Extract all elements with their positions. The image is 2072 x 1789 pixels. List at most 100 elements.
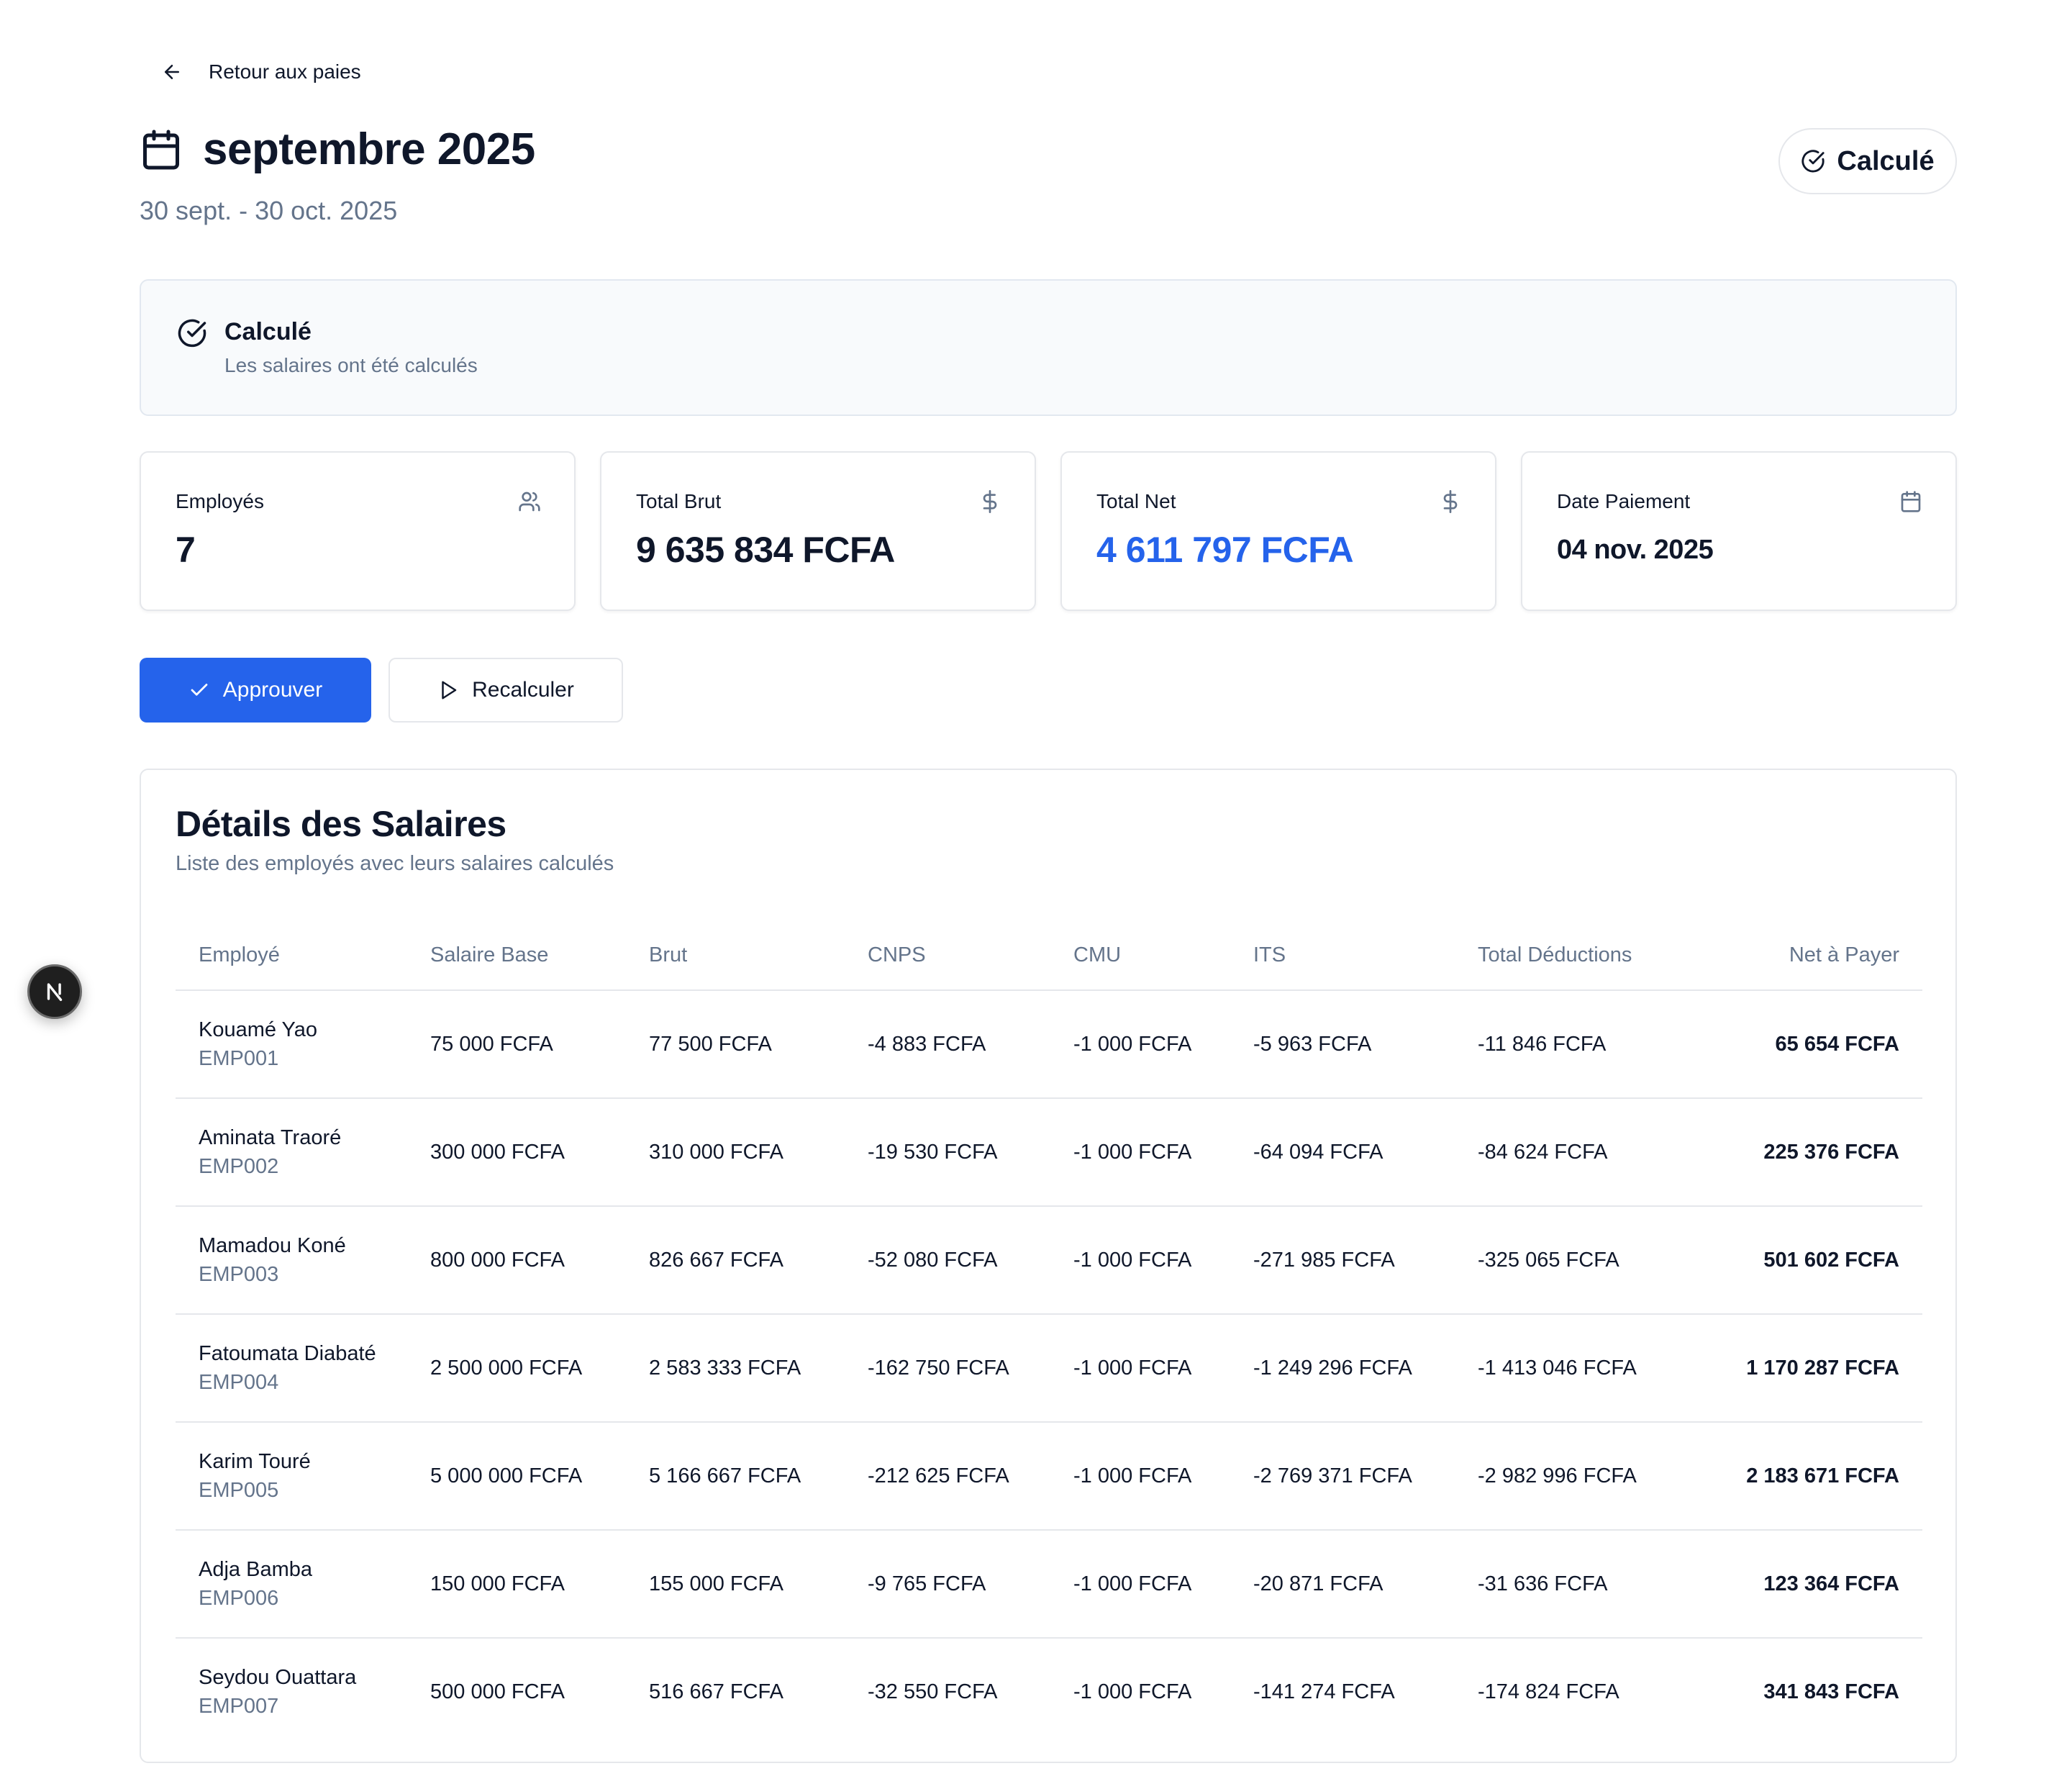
stat-card-total-net: Total Net 4 611 797 FCFA xyxy=(1060,451,1496,611)
cmu-cell: -1 000 FCFA xyxy=(1073,1530,1253,1639)
banner-subtitle: Les salaires ont été calculés xyxy=(224,354,478,376)
approve-button[interactable]: Approuver xyxy=(140,658,371,723)
net-pay-cell: 2 183 671 FCFA xyxy=(1715,1422,1922,1531)
deductions-cell: -31 636 FCFA xyxy=(1478,1530,1715,1639)
stat-card-total-brut: Total Brut 9 635 834 FCFA xyxy=(600,451,1036,611)
table-header-row: Employé Salaire Base Brut CNPS CMU ITS T… xyxy=(176,921,1922,991)
base-salary-cell: 5 000 000 FCFA xyxy=(430,1422,649,1531)
net-pay-cell: 1 170 287 FCFA xyxy=(1715,1314,1922,1423)
status-badge-label: Calculé xyxy=(1837,145,1935,176)
column-header: Employé xyxy=(176,921,430,991)
employee-cell: Kouamé Yao EMP001 xyxy=(176,990,430,1099)
check-icon xyxy=(191,684,208,696)
employee-cell: Seydou Ouattara EMP007 xyxy=(176,1638,430,1745)
cnps-cell: -162 750 FCFA xyxy=(868,1314,1073,1423)
play-icon xyxy=(442,681,457,699)
column-header: Salaire Base xyxy=(430,921,649,991)
table-subtitle: Liste des employés avec leurs salaires c… xyxy=(176,852,614,875)
cnps-cell: -9 765 FCFA xyxy=(868,1530,1073,1639)
recalculate-button[interactable]: Recalculer xyxy=(388,658,623,723)
cmu-cell: -1 000 FCFA xyxy=(1073,1314,1253,1423)
its-cell: -2 769 371 FCFA xyxy=(1253,1422,1478,1531)
cmu-cell: -1 000 FCFA xyxy=(1073,1098,1253,1207)
back-link[interactable]: Retour aux paies xyxy=(161,60,361,83)
stat-card-payment-date: Date Paiement 04 nov. 2025 xyxy=(1521,451,1957,611)
net-pay-cell: 341 843 FCFA xyxy=(1763,1680,1899,1703)
base-salary-cell: 75 000 FCFA xyxy=(430,990,649,1099)
nextjs-dev-badge[interactable] xyxy=(27,964,82,1019)
table-row: Aminata Traoré EMP002 300 000 FCFA 310 00… xyxy=(176,1098,1922,1207)
status-badge: Calculé xyxy=(1778,128,1957,194)
employee-id: EMP004 xyxy=(199,1371,279,1394)
cnps-cell: -32 550 FCFA xyxy=(868,1680,998,1703)
check-circle-icon xyxy=(1801,150,1825,173)
stat-label: Employés xyxy=(176,490,264,512)
stat-card-employees: Employés 7 xyxy=(140,451,576,611)
table-row: Karim Touré EMP005 5 000 000 FCFA 5 166 6… xyxy=(176,1422,1922,1531)
deductions-cell: -174 824 FCFA xyxy=(1478,1680,1619,1703)
employee-name: Adja Bamba xyxy=(199,1558,312,1581)
employee-id: EMP001 xyxy=(199,1047,279,1070)
cmu-cell: -1 000 FCFA xyxy=(1073,990,1253,1099)
period-range: 30 sept. - 30 oct. 2025 xyxy=(140,196,398,225)
stat-value: 04 nov. 2025 xyxy=(1557,535,1714,565)
its-cell: -64 094 FCFA xyxy=(1253,1098,1478,1207)
back-link-label: Retour aux paies xyxy=(209,60,361,83)
employee-id: EMP007 xyxy=(199,1695,279,1718)
stat-value: 9 635 834 FCFA xyxy=(636,530,895,570)
cnps-cell: -19 530 FCFA xyxy=(868,1098,1073,1207)
dollar-icon xyxy=(1443,490,1458,513)
column-header: ITS xyxy=(1253,921,1478,991)
employee-id: EMP006 xyxy=(199,1587,279,1610)
employee-id: EMP002 xyxy=(199,1155,279,1178)
salary-table: Employé Salaire Base Brut CNPS CMU ITS T… xyxy=(176,921,1922,1745)
base-salary-cell: 300 000 FCFA xyxy=(430,1098,649,1207)
stat-value: 4 611 797 FCFA xyxy=(1096,530,1354,570)
page-title: septembre 2025 xyxy=(203,124,535,174)
table-row: Adja Bamba EMP006 150 000 FCFA 155 000 FC… xyxy=(176,1530,1922,1639)
table-row: Kouamé Yao EMP001 75 000 FCFA 77 500 FCFA… xyxy=(176,990,1922,1099)
deductions-cell: -2 982 996 FCFA xyxy=(1478,1422,1715,1531)
column-header: CMU xyxy=(1073,921,1253,991)
base-salary-cell: 150 000 FCFA xyxy=(430,1530,649,1639)
gross-cell: 826 667 FCFA xyxy=(649,1206,868,1315)
stat-value: 7 xyxy=(176,530,196,570)
base-salary-cell: 2 500 000 FCFA xyxy=(430,1314,649,1423)
cmu-cell: -1 000 FCFA xyxy=(1073,1680,1192,1703)
employee-name: Karim Touré xyxy=(199,1450,311,1473)
column-header: Brut xyxy=(649,921,868,991)
banner-title: Calculé xyxy=(224,318,312,345)
employee-name: Kouamé Yao xyxy=(199,1018,317,1041)
employee-name: Seydou Ouattara xyxy=(199,1666,357,1689)
stat-label: Total Brut xyxy=(636,490,722,512)
table-row: Mamadou Koné EMP003 800 000 FCFA 826 667 … xyxy=(176,1206,1922,1315)
table-row: Fatoumata Diabaté EMP004 2 500 000 FCFA 2… xyxy=(176,1314,1922,1423)
employee-cell: Aminata Traoré EMP002 xyxy=(176,1098,430,1207)
employee-cell: Adja Bamba EMP006 xyxy=(176,1530,430,1639)
employee-cell: Mamadou Koné EMP003 xyxy=(176,1206,430,1315)
column-header: Total Déductions xyxy=(1478,921,1715,991)
employee-id: EMP003 xyxy=(199,1263,279,1286)
employee-name: Mamadou Koné xyxy=(199,1234,346,1257)
its-cell: -271 985 FCFA xyxy=(1253,1206,1478,1315)
recalculate-button-label: Recalculer xyxy=(472,678,574,702)
base-salary-cell: 500 000 FCFA xyxy=(430,1680,565,1703)
deductions-cell: -84 624 FCFA xyxy=(1478,1098,1715,1207)
base-salary-cell: 800 000 FCFA xyxy=(430,1206,649,1315)
approve-button-label: Approuver xyxy=(222,678,323,702)
employee-cell: Karim Touré EMP005 xyxy=(176,1422,430,1531)
gross-cell: 155 000 FCFA xyxy=(649,1530,868,1639)
nextjs-icon xyxy=(47,983,63,1002)
employee-name: Aminata Traoré xyxy=(199,1126,342,1149)
its-cell: -5 963 FCFA xyxy=(1253,990,1478,1099)
dollar-icon xyxy=(983,490,997,513)
gross-cell: 77 500 FCFA xyxy=(649,990,868,1099)
employee-name: Fatoumata Diabaté xyxy=(199,1342,376,1365)
net-pay-cell: 65 654 FCFA xyxy=(1715,990,1922,1099)
check-circle-icon xyxy=(178,319,206,348)
net-pay-cell: 123 364 FCFA xyxy=(1715,1530,1922,1639)
page-header: septembre 2025 xyxy=(140,124,535,175)
employee-cell: Fatoumata Diabaté EMP004 xyxy=(176,1314,430,1423)
net-pay-cell: 225 376 FCFA xyxy=(1715,1098,1922,1207)
table-title: Détails des Salaires xyxy=(176,804,506,844)
